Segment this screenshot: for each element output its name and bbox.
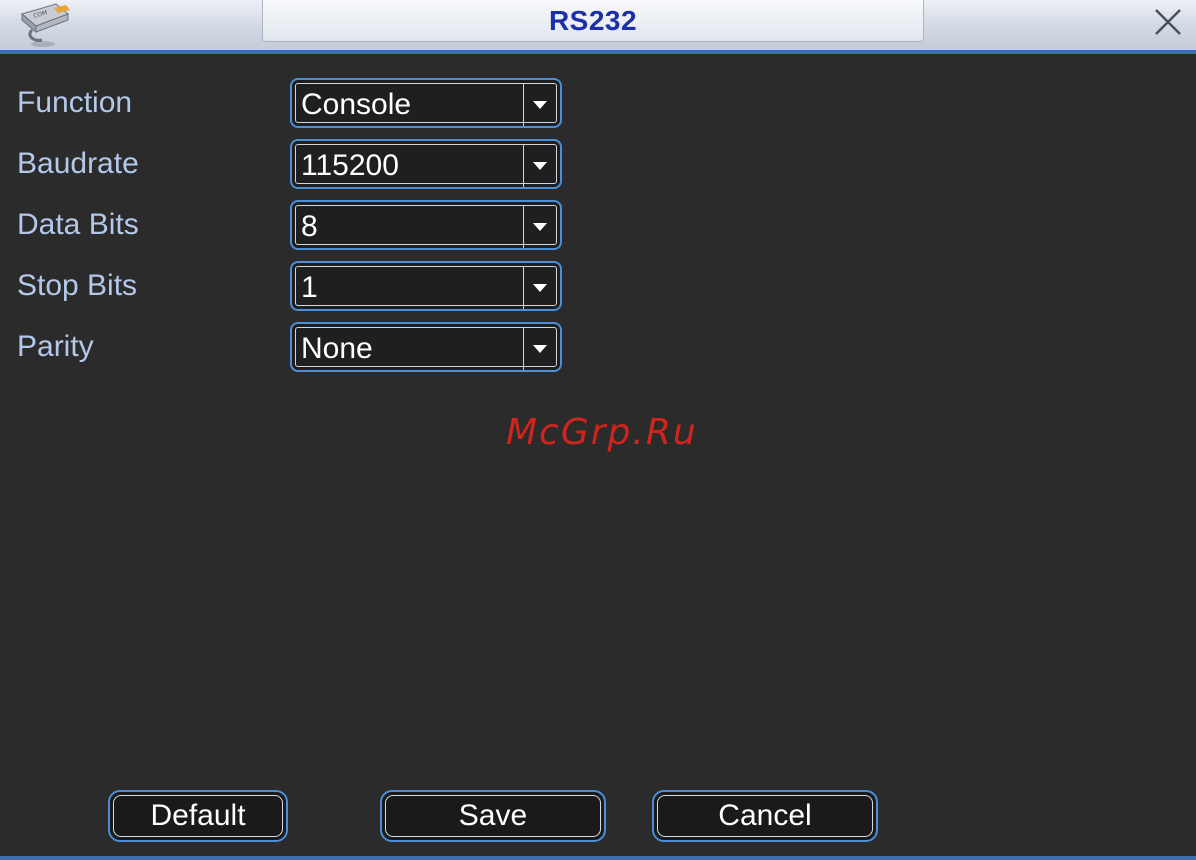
- baudrate-select[interactable]: 115200: [290, 139, 562, 189]
- baudrate-value: 115200: [301, 149, 399, 182]
- default-button[interactable]: Default: [108, 790, 288, 842]
- watermark: McGrp.Ru: [506, 412, 698, 453]
- chevron-down-icon: [533, 345, 547, 353]
- title-panel: RS232: [262, 0, 924, 42]
- rs232-dialog: COM RS232 Function Console Baudrate 1152…: [0, 0, 1196, 860]
- chevron-down-icon: [533, 162, 547, 170]
- stop-bits-select[interactable]: 1: [290, 261, 562, 311]
- cancel-button-label: Cancel: [657, 795, 873, 837]
- stop-bits-dropdown-button[interactable]: [523, 267, 556, 309]
- title-bar[interactable]: COM RS232: [0, 0, 1196, 54]
- chevron-down-icon: [533, 101, 547, 109]
- parity-select-inner: None: [295, 327, 557, 370]
- function-label: Function: [17, 86, 133, 119]
- function-value: Console: [301, 88, 412, 121]
- default-button-label: Default: [113, 795, 283, 837]
- save-button[interactable]: Save: [380, 790, 606, 842]
- stop-bits-value: 1: [301, 271, 318, 304]
- data-bits-select[interactable]: 8: [290, 200, 562, 250]
- chevron-down-icon: [533, 284, 547, 292]
- parity-label: Parity: [17, 330, 94, 363]
- parity-value: None: [301, 332, 373, 365]
- function-select-inner: Console: [295, 83, 557, 126]
- parity-dropdown-button[interactable]: [523, 328, 556, 370]
- stop-bits-select-inner: 1: [295, 266, 557, 309]
- stop-bits-label: Stop Bits: [17, 269, 138, 302]
- bottom-border: [0, 856, 1196, 860]
- data-bits-label: Data Bits: [17, 208, 139, 241]
- function-select[interactable]: Console: [290, 78, 562, 128]
- cancel-button[interactable]: Cancel: [652, 790, 878, 842]
- baudrate-label: Baudrate: [17, 147, 139, 180]
- parity-select[interactable]: None: [290, 322, 562, 372]
- save-button-label: Save: [385, 795, 601, 837]
- com-port-icon: COM: [20, 3, 70, 47]
- close-icon[interactable]: [1150, 4, 1186, 40]
- data-bits-select-inner: 8: [295, 205, 557, 248]
- data-bits-dropdown-button[interactable]: [523, 206, 556, 248]
- function-dropdown-button[interactable]: [523, 84, 556, 126]
- baudrate-select-inner: 115200: [295, 144, 557, 187]
- baudrate-dropdown-button[interactable]: [523, 145, 556, 187]
- page-title: RS232: [548, 4, 638, 36]
- data-bits-value: 8: [301, 210, 318, 243]
- chevron-down-icon: [533, 223, 547, 231]
